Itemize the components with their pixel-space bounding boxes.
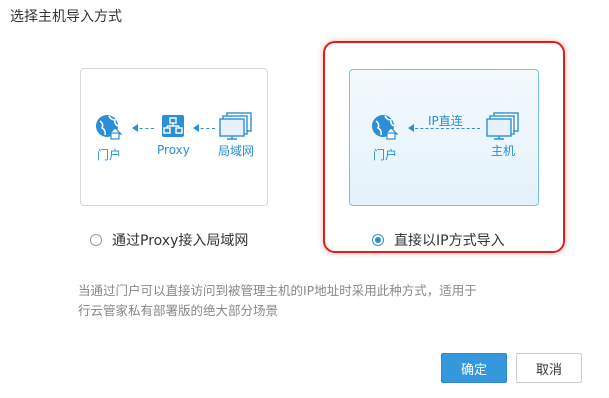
- portal-label: 门户: [96, 148, 121, 162]
- ok-button[interactable]: 确定: [441, 353, 507, 383]
- lan-node: 局域网: [218, 112, 254, 159]
- proxy-option-label: 通过Proxy接入局域网: [112, 233, 249, 249]
- radio-checked-icon[interactable]: [372, 234, 384, 246]
- computers-icon: [219, 112, 252, 140]
- arrow-proxy-to-portal: [132, 124, 154, 132]
- selection-highlight-frame: [323, 41, 565, 253]
- proxy-option-card[interactable]: 门户 Proxy 局域网: [80, 68, 268, 206]
- globe-home-icon: [96, 115, 123, 140]
- radio-unchecked-icon[interactable]: [90, 234, 102, 246]
- network-icon: [162, 115, 185, 137]
- direct-ip-option-radio[interactable]: 直接以IP方式导入: [372, 230, 505, 250]
- dialog-title: 选择主机导入方式: [10, 9, 122, 25]
- proxy-option-radio[interactable]: 通过Proxy接入局域网: [90, 230, 248, 250]
- lan-label: 局域网: [218, 144, 255, 158]
- proxy-label: Proxy: [157, 143, 190, 157]
- description-line-2: 行云管家私有部署版的绝大部分场景: [78, 303, 279, 318]
- portal-node: 门户: [94, 112, 124, 163]
- option-description: 当通过门户可以直接访问到被管理主机的IP地址时采用此种方式，适用于 行云管家私有…: [78, 281, 538, 321]
- cancel-button[interactable]: 取消: [516, 353, 582, 383]
- proxy-node: Proxy: [157, 115, 190, 157]
- description-line-1: 当通过门户可以直接访问到被管理主机的IP地址时采用此种方式，适用于: [78, 283, 477, 298]
- direct-ip-option-label: 直接以IP方式导入: [394, 233, 505, 249]
- arrow-lan-to-proxy: [193, 124, 215, 132]
